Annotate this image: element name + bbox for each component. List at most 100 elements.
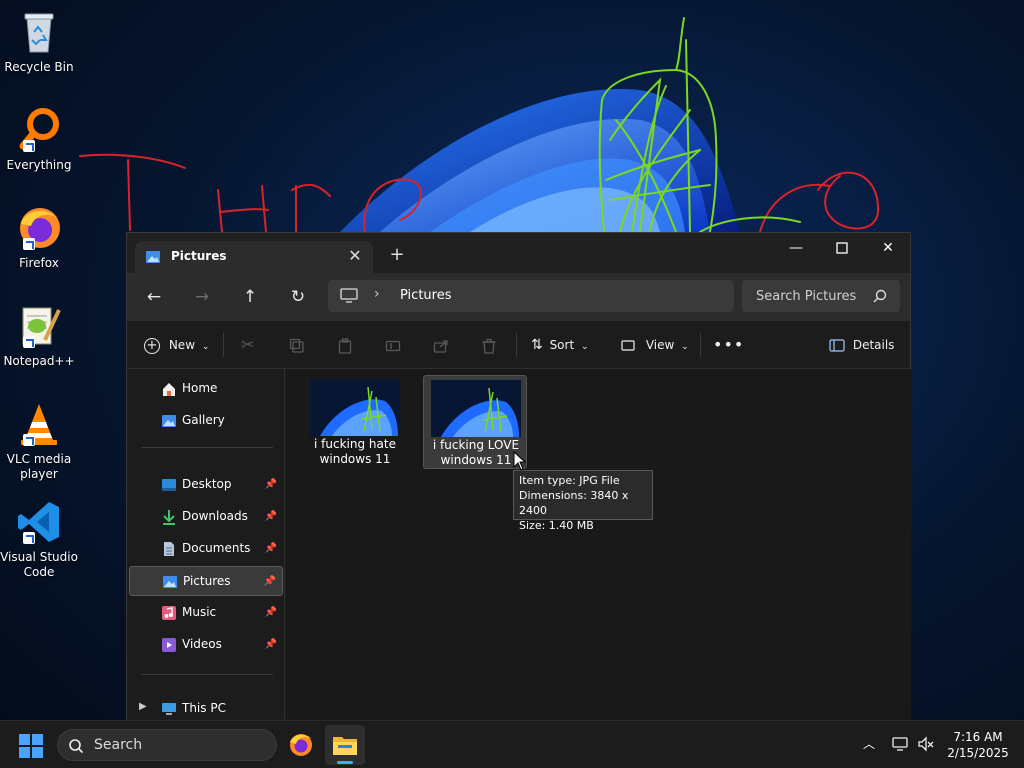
clock-time: 7:16 AM xyxy=(953,730,1003,744)
pin-icon[interactable]: 📌 xyxy=(265,511,277,522)
sidebar-item-music[interactable]: Music 📌 xyxy=(129,598,283,628)
sidebar-item-label: Desktop xyxy=(182,477,232,491)
command-bar: + New ⌄ ✂ ⇅ Sort ⌄ View ⌄ ••• Details xyxy=(127,321,910,369)
videos-folder-icon xyxy=(161,637,177,653)
sidebar-item-label: Pictures xyxy=(183,574,231,588)
maximize-button[interactable] xyxy=(819,233,865,263)
sort-button[interactable]: ⇅ Sort ⌄ xyxy=(531,333,589,357)
network-icon[interactable] xyxy=(891,735,909,753)
close-window-button[interactable]: ✕ xyxy=(865,233,911,263)
title-bar[interactable]: Pictures ✕ + — ✕ xyxy=(127,233,910,273)
volume-muted-icon[interactable] xyxy=(917,735,935,753)
desktop-icon-notepad-plus-plus[interactable]: Notepad++ xyxy=(0,302,78,369)
delete-button[interactable] xyxy=(481,333,497,357)
forward-button[interactable]: → xyxy=(188,283,216,311)
more-options-button[interactable]: ••• xyxy=(713,333,744,357)
taskbar-file-explorer-button[interactable] xyxy=(325,725,365,765)
recycle-bin-icon xyxy=(15,8,63,56)
plus-circle-icon: + xyxy=(144,337,160,354)
sidebar-item-documents[interactable]: Documents 📌 xyxy=(129,534,283,564)
share-icon xyxy=(433,339,448,353)
address-bar[interactable]: › Pictures xyxy=(328,280,734,312)
desktop-icon-label: Visual Studio Code xyxy=(0,550,78,579)
view-layout-icon xyxy=(621,339,635,351)
minimize-button[interactable]: — xyxy=(773,233,819,263)
tab-close-icon[interactable]: ✕ xyxy=(345,246,365,266)
active-app-indicator xyxy=(337,761,353,764)
paste-button[interactable] xyxy=(337,333,353,357)
sidebar-item-home[interactable]: Home xyxy=(129,374,283,404)
home-icon xyxy=(161,381,177,397)
details-pane-icon xyxy=(829,338,845,352)
sidebar-item-desktop[interactable]: Desktop 📌 xyxy=(129,470,283,500)
maximize-icon xyxy=(836,242,848,254)
chevron-right-icon[interactable]: ▶ xyxy=(139,701,147,712)
pin-icon[interactable]: 📌 xyxy=(265,543,277,554)
pin-icon[interactable]: 📌 xyxy=(265,607,277,618)
tooltip-dimensions: Dimensions: 3840 x 2400 xyxy=(519,489,629,517)
tab-pictures[interactable]: Pictures ✕ xyxy=(135,241,373,273)
sidebar-item-label: Videos xyxy=(182,637,222,651)
desktop-icon-label: Notepad++ xyxy=(3,354,75,368)
rename-icon xyxy=(385,340,401,351)
desktop-icon-label: Firefox xyxy=(19,256,59,270)
file-name: i fucking hate windows 11 xyxy=(314,437,396,466)
sidebar-item-label: This PC xyxy=(182,701,226,715)
rename-button[interactable] xyxy=(385,333,401,357)
desktop-icon-vscode[interactable]: Visual Studio Code xyxy=(0,498,78,580)
pin-icon[interactable]: 📌 xyxy=(265,639,277,650)
system-clock[interactable]: 7:16 AM 2/15/2025 xyxy=(940,729,1016,761)
search-icon[interactable] xyxy=(873,289,887,303)
details-pane-button[interactable]: Details xyxy=(829,333,894,357)
sidebar-item-downloads[interactable]: Downloads 📌 xyxy=(129,502,283,532)
navigation-pane: Home Gallery Desktop 📌 Downloads 📌 Docum… xyxy=(127,369,285,721)
desktop-icon-everything[interactable]: Everything xyxy=(0,106,78,173)
desktop-icon-label: VLC media player xyxy=(6,452,72,481)
taskbar-search-box[interactable]: Search xyxy=(57,729,277,761)
sidebar-item-gallery[interactable]: Gallery xyxy=(129,406,283,436)
firefox-icon xyxy=(290,734,312,756)
share-button[interactable] xyxy=(433,333,449,357)
documents-folder-icon xyxy=(161,541,177,557)
windows-start-icon[interactable] xyxy=(18,733,44,759)
sidebar-item-pictures[interactable]: Pictures 📌 xyxy=(129,566,283,596)
up-button[interactable]: ↑ xyxy=(236,283,264,311)
breadcrumb-pictures[interactable]: Pictures xyxy=(400,288,451,303)
pin-icon[interactable]: 📌 xyxy=(264,576,276,587)
new-button[interactable]: + New ⌄ xyxy=(144,333,209,357)
file-info-tooltip: Item type: JPG File Dimensions: 3840 x 2… xyxy=(513,470,653,532)
file-item[interactable]: i fucking hate windows 11 xyxy=(303,375,407,469)
copy-icon xyxy=(289,338,304,353)
chevron-up-icon: ︿ xyxy=(862,737,875,751)
copy-button[interactable] xyxy=(289,333,305,357)
ellipsis-icon: ••• xyxy=(713,335,745,354)
monitor-icon xyxy=(340,288,358,304)
taskbar-firefox-button[interactable] xyxy=(281,725,321,765)
desktop-icon-vlc[interactable]: VLC media player xyxy=(0,400,78,482)
sort-button-label: Sort xyxy=(549,338,575,352)
music-folder-icon xyxy=(161,605,177,621)
notepad-plus-plus-icon xyxy=(15,302,63,350)
pin-icon[interactable]: 📌 xyxy=(265,479,277,490)
show-hidden-icons-button[interactable]: ︿ xyxy=(860,735,878,753)
refresh-button[interactable]: ↻ xyxy=(284,283,312,311)
new-tab-button[interactable]: + xyxy=(385,245,409,265)
toolbar-divider xyxy=(700,333,701,357)
view-button[interactable]: View ⌄ xyxy=(621,333,689,357)
search-icon xyxy=(68,738,84,754)
desktop-icon-label: Everything xyxy=(6,158,72,172)
toolbar-divider xyxy=(516,333,517,357)
desktop-icon-recycle-bin[interactable]: Recycle Bin xyxy=(0,8,78,75)
back-button[interactable]: ← xyxy=(140,283,168,311)
desktop-folder-icon xyxy=(161,477,177,493)
file-list[interactable]: i fucking hate windows 11 i fucking LOVE… xyxy=(286,369,911,720)
mouse-cursor-icon xyxy=(513,451,527,471)
tab-title: Pictures xyxy=(171,249,227,263)
sidebar-item-label: Documents xyxy=(182,541,251,555)
vlc-icon xyxy=(15,400,63,448)
details-button-label: Details xyxy=(852,338,895,352)
cut-button[interactable]: ✂ xyxy=(241,333,254,357)
desktop-icon-firefox[interactable]: Firefox xyxy=(0,204,78,271)
sidebar-item-videos[interactable]: Videos 📌 xyxy=(129,630,283,660)
file-item[interactable]: i fucking LOVE windows 11 xyxy=(423,375,527,469)
